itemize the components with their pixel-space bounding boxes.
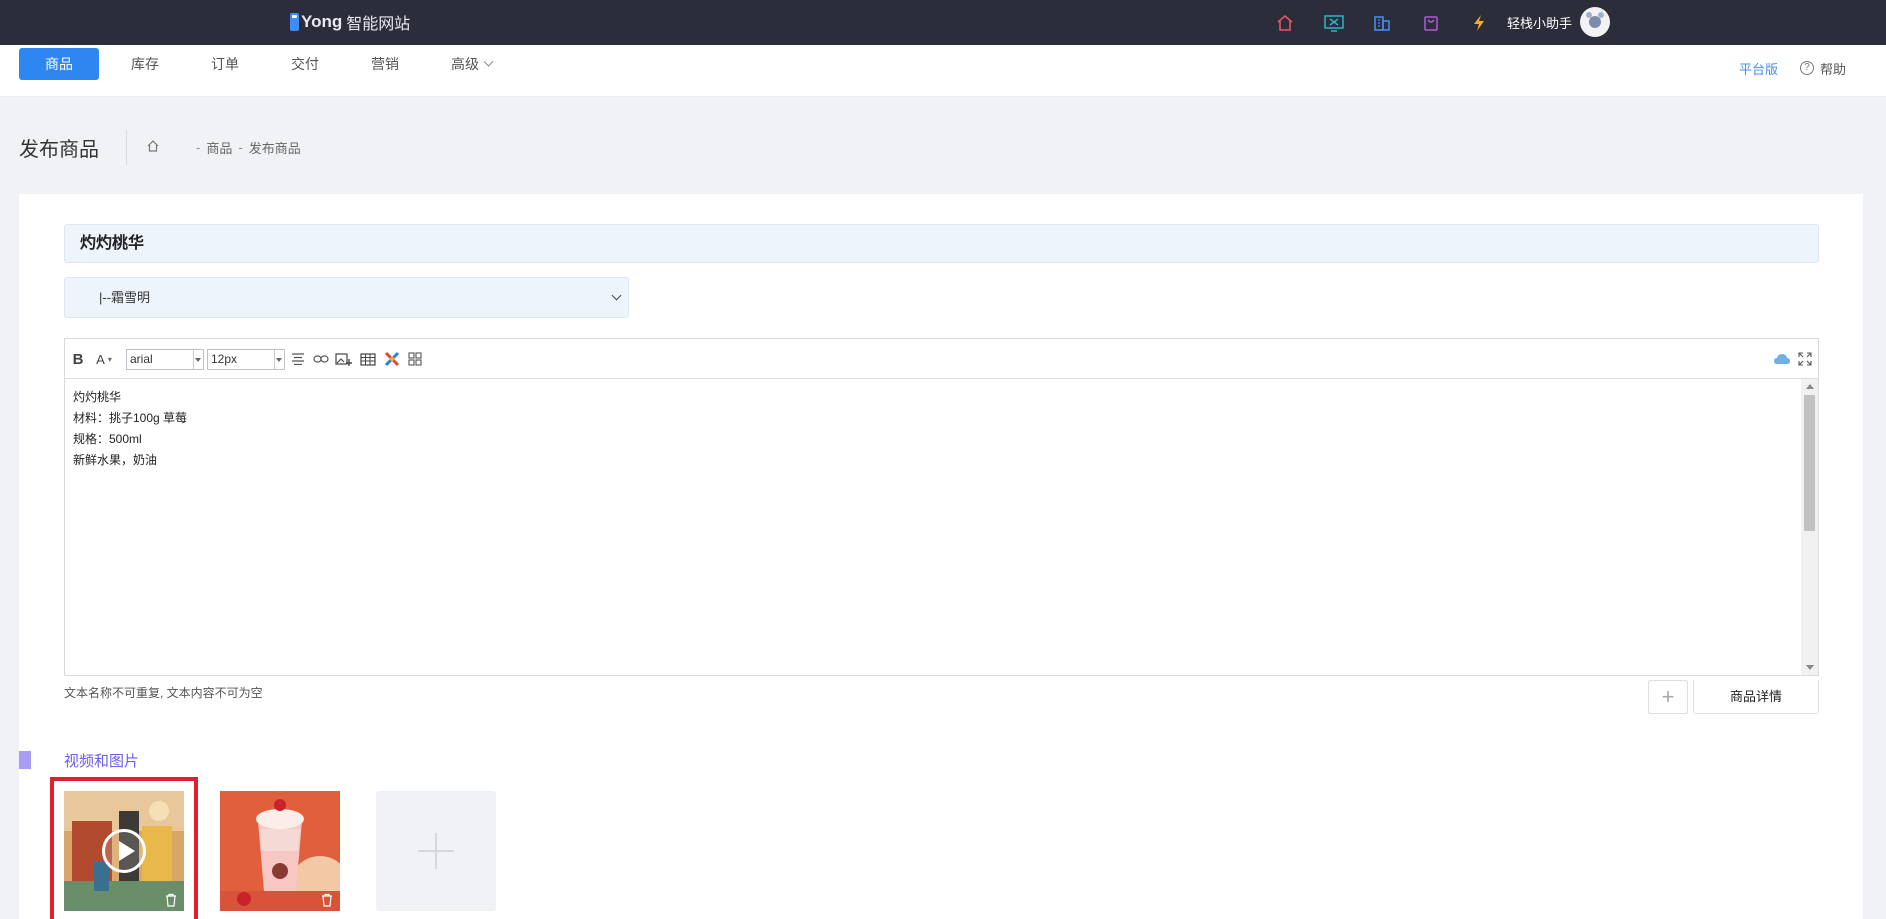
font-family-select[interactable]: arial <box>126 349 204 370</box>
site-logo[interactable]: Yong 智能网站 <box>290 9 410 35</box>
bold-icon[interactable]: B <box>71 349 85 369</box>
insert-image-icon[interactable] <box>335 349 353 369</box>
nav-right: 平台版 ? 帮助 <box>1739 54 1846 82</box>
trash-icon[interactable] <box>320 893 334 907</box>
lightning-icon[interactable] <box>1466 10 1492 36</box>
breadcrumb-item-current: 发布商品 <box>248 141 301 156</box>
logo-text: Yong <box>301 12 343 31</box>
breadcrumb-separator: - <box>196 140 201 155</box>
scrollbar-thumb[interactable] <box>1804 395 1815 531</box>
logo-subtitle: 智能网站 <box>346 16 411 33</box>
media-item-image[interactable] <box>220 791 340 911</box>
logo-mark <box>290 13 299 31</box>
monitor-icon[interactable] <box>1321 10 1347 36</box>
content-line: 灼灼桃华 <box>73 390 122 404</box>
trash-icon[interactable] <box>164 893 178 907</box>
cloud-icon[interactable] <box>1772 349 1792 369</box>
tab-inventory[interactable]: 库存 <box>107 48 183 80</box>
platform-link[interactable]: 平台版 <box>1739 59 1778 78</box>
help-label: 帮助 <box>1819 61 1846 77</box>
chevron-down-icon <box>483 56 494 67</box>
section-marker <box>19 751 31 769</box>
category-select[interactable]: |--霜雪明 <box>64 277 629 318</box>
divider <box>126 130 127 165</box>
question-icon: ? <box>1799 61 1814 75</box>
top-quick-icons <box>1272 10 1515 36</box>
scroll-up-arrow-icon[interactable] <box>1806 384 1814 389</box>
tab-products[interactable]: 商品 <box>19 48 99 80</box>
rich-text-editor: B A ▾ arial 12px 灼灼桃华 材料：挑子100g 草莓 规格：50… <box>64 338 1819 676</box>
user-menu[interactable]: 轻栈小助手 <box>1507 7 1611 37</box>
building-icon[interactable] <box>1369 10 1395 36</box>
tab-label: 高级 <box>451 56 479 72</box>
user-name: 轻栈小助手 <box>1507 15 1573 31</box>
link-icon[interactable] <box>312 349 330 369</box>
tab-label: 商品 <box>45 56 73 72</box>
font-size-select[interactable]: 12px <box>207 349 285 370</box>
home-icon[interactable] <box>1272 10 1298 36</box>
tab-product-detail[interactable]: 商品详情 <box>1693 680 1819 714</box>
content-line: 材料：挑子100g 草莓 <box>73 411 188 425</box>
page-title: 发布商品 <box>19 139 99 161</box>
bag-icon[interactable] <box>1418 10 1444 36</box>
editor-hint: 文本名称不可重复, 文本内容不可为空 <box>64 686 263 700</box>
editor-toolbar: B A ▾ arial 12px <box>65 339 1818 379</box>
breadcrumb: - 商品 - 发布商品 <box>146 138 301 157</box>
tab-label: 营销 <box>371 56 399 72</box>
add-tab-button[interactable]: + <box>1648 680 1688 714</box>
play-icon[interactable] <box>102 829 146 873</box>
tab-label: 交付 <box>291 56 319 72</box>
media-item-video[interactable] <box>50 777 198 919</box>
help-button[interactable]: ? 帮助 <box>1799 59 1846 78</box>
tab-advanced[interactable]: 高级 <box>427 48 516 80</box>
content-line: 新鲜水果，奶油 <box>73 453 158 467</box>
product-name-field[interactable]: 灼灼桃华 <box>64 224 1819 263</box>
avatar[interactable] <box>1580 7 1611 37</box>
editor-scrollbar[interactable] <box>1801 379 1818 675</box>
breadcrumb-item-products[interactable]: 商品 <box>206 138 232 157</box>
tab-label: 库存 <box>131 56 159 72</box>
content-line: 规格：500ml <box>73 432 142 446</box>
fullscreen-icon[interactable] <box>1796 349 1814 369</box>
tab-marketing[interactable]: 营销 <box>347 48 423 80</box>
category-selected-value: |--霜雪明 <box>99 290 151 305</box>
chevron-down-icon <box>611 290 622 301</box>
top-bar: Yong 智能网站 轻栈小助手 <box>0 0 1886 45</box>
tools-icon[interactable] <box>383 349 401 369</box>
tab-label: 订单 <box>211 56 239 72</box>
tab-orders[interactable]: 订单 <box>187 48 263 80</box>
home-icon[interactable] <box>146 139 160 156</box>
breadcrumb-separator: - <box>238 140 243 155</box>
main-nav: 商品 库存 订单 交付 营销 高级 平台版 ? 帮助 <box>0 45 1886 97</box>
add-media-button[interactable] <box>376 791 496 911</box>
scroll-down-arrow-icon[interactable] <box>1806 665 1814 670</box>
align-icon[interactable] <box>290 349 306 369</box>
table-icon[interactable] <box>359 349 377 369</box>
font-color-icon[interactable]: A ▾ <box>93 349 115 369</box>
tab-delivery[interactable]: 交付 <box>267 48 343 80</box>
nav-tabs: 商品 库存 订单 交付 营销 高级 <box>19 48 520 80</box>
media-section-title: 视频和图片 <box>64 753 140 770</box>
grid-icon[interactable] <box>406 349 424 369</box>
editor-content[interactable]: 灼灼桃华 材料：挑子100g 草莓 规格：500ml 新鲜水果，奶油 <box>65 379 1800 675</box>
publish-form-card: 灼灼桃华 |--霜雪明 B A ▾ arial 12px 灼灼桃华 材料：挑子1… <box>19 194 1863 919</box>
